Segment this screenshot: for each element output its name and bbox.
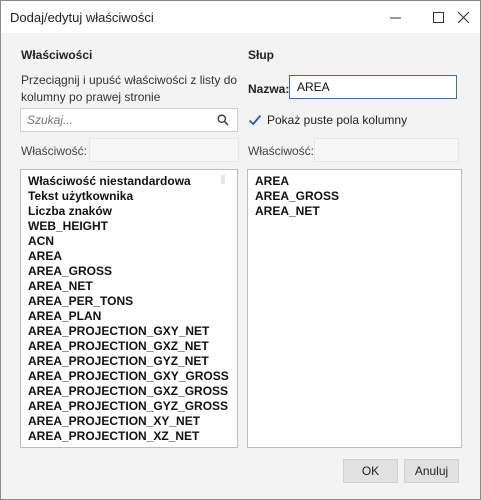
list-scrollbar-thumb[interactable] bbox=[221, 175, 225, 184]
left-property-field bbox=[89, 138, 239, 162]
left-property-label: Właściwość: bbox=[21, 144, 88, 158]
list-item[interactable]: AREA_PROJECTION_GYZ_NET bbox=[28, 354, 209, 369]
search-box[interactable] bbox=[20, 108, 238, 132]
maximize-icon bbox=[432, 11, 444, 23]
close-icon bbox=[457, 11, 469, 23]
list-item[interactable]: AREA_NET bbox=[28, 279, 93, 294]
column-name-input[interactable] bbox=[289, 75, 457, 99]
list-item[interactable]: AREA_PROJECTION_XY_NET bbox=[28, 414, 200, 429]
list-item[interactable]: AREA bbox=[255, 174, 289, 189]
right-property-field bbox=[314, 138, 459, 162]
list-item[interactable]: AREA_PER_TONS bbox=[28, 294, 133, 309]
ok-button[interactable]: OK bbox=[343, 459, 398, 483]
list-item[interactable]: Właściwość niestandardowa bbox=[28, 174, 191, 189]
title-bar[interactable]: Dodaj/edytuj właściwości bbox=[1, 1, 480, 33]
column-properties-list[interactable]: AREA AREA_GROSS AREA_NET bbox=[247, 169, 462, 448]
available-properties-list[interactable]: Właściwość niestandardowa Tekst użytkowni… bbox=[20, 169, 238, 448]
show-empty-label[interactable]: Pokaż puste pola kolumny bbox=[267, 113, 407, 127]
list-item[interactable]: AREA_PROJECTION_GYZ_GROSS bbox=[28, 399, 228, 414]
list-item[interactable]: AREA_PROJECTION_GXZ_NET bbox=[28, 339, 209, 354]
column-heading: Słup bbox=[248, 48, 274, 62]
list-item[interactable]: WEB_HEIGHT bbox=[28, 219, 108, 234]
cancel-button[interactable]: Anuluj bbox=[404, 459, 459, 483]
list-item[interactable]: AREA bbox=[28, 249, 62, 264]
name-label: Nazwa: bbox=[248, 82, 290, 96]
properties-heading: Właściwości bbox=[21, 48, 93, 62]
list-item[interactable]: AREA_PROJECTION_GXY_GROSS bbox=[28, 369, 229, 384]
list-item[interactable]: AREA_NET bbox=[255, 204, 320, 219]
list-item[interactable]: AREA_GROSS bbox=[255, 189, 339, 204]
minimize-button[interactable] bbox=[378, 1, 412, 33]
list-item[interactable]: Tekst użytkownika bbox=[28, 189, 133, 204]
search-input[interactable] bbox=[27, 112, 207, 127]
window-title: Dodaj/edytuj właściwości bbox=[10, 10, 154, 25]
list-item[interactable]: AREA_PLAN bbox=[28, 309, 101, 324]
minimize-icon bbox=[389, 17, 401, 18]
list-item[interactable]: AREA_PROJECTION_XZ_NET bbox=[28, 429, 199, 444]
search-icon[interactable] bbox=[217, 114, 229, 126]
list-item[interactable]: AREA_PROJECTION_GXZ_GROSS bbox=[28, 384, 228, 399]
list-item[interactable]: AREA_GROSS bbox=[28, 264, 112, 279]
list-item[interactable]: Liczba znaków bbox=[28, 204, 112, 219]
dialog-window: Dodaj/edytuj właściwości Właściwości Prz… bbox=[0, 0, 481, 500]
list-item[interactable]: AREA_PROJECTION_GXY_NET bbox=[28, 324, 209, 339]
list-item[interactable]: ACN bbox=[28, 234, 54, 249]
show-empty-checkbox[interactable] bbox=[248, 113, 262, 127]
close-button[interactable] bbox=[446, 1, 480, 33]
drag-hint-text: Przeciągnij i upuść właściwości z listy … bbox=[21, 73, 238, 104]
right-property-label: Właściwość: bbox=[248, 144, 315, 158]
